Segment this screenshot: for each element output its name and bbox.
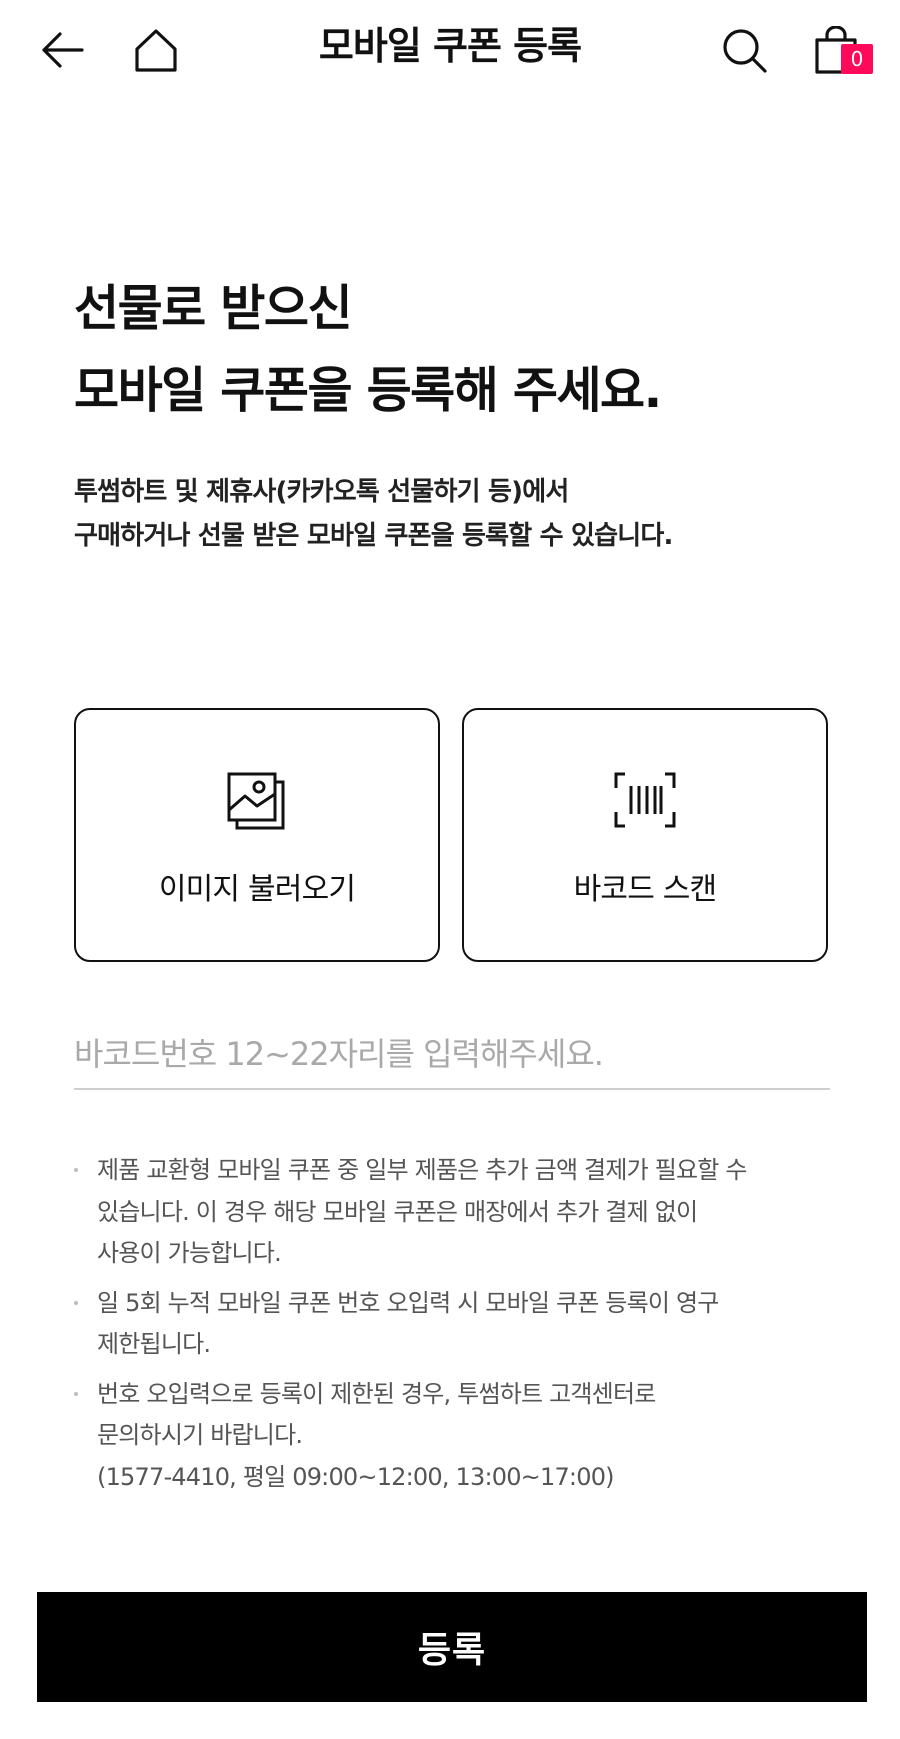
bullet-dot (74, 1391, 78, 1396)
notice-line: 문의하시기 바랍니다. (97, 1421, 303, 1449)
notice-line: 번호 오입력으로 등록이 제한된 경우, 투썸하트 고객센터로 (97, 1379, 656, 1408)
description-line: 구매하거나 선물 받은 모바일 쿠폰을 등록할 수 있습니다. (74, 521, 673, 551)
notice-line: 제품 교환형 모바일 쿠폰 중 일부 제품은 추가 금액 결제가 필요할 수 (97, 1156, 747, 1184)
headline-line: 모바일 쿠폰을 등록해 주세요. (74, 362, 662, 419)
image-gallery-icon (227, 772, 285, 830)
barcode-scan-icon (614, 772, 676, 828)
notice-line: 사용이 가능합니다. (97, 1239, 282, 1267)
search-button[interactable] (716, 22, 772, 78)
headline-line: 선물로 받으신 (74, 280, 353, 337)
notice-line: 있습니다. 이 경우 해당 모바일 쿠폰은 매장에서 추가 결제 없이 (97, 1197, 698, 1226)
register-button[interactable]: 등록 (37, 1592, 867, 1702)
barcode-number-input[interactable] (74, 1020, 830, 1090)
bullet-dot (74, 1168, 78, 1172)
load-image-label: 이미지 불러오기 (158, 872, 356, 907)
description: 투썸하트 및 제휴사(카카오톡 선물하기 등)에서 구매하거나 선물 받은 모바… (74, 470, 854, 558)
barcode-scan-button[interactable]: 바코드 스캔 (462, 708, 828, 962)
load-image-button[interactable]: 이미지 불러오기 (74, 708, 440, 962)
barcode-scan-label: 바코드 스캔 (573, 872, 718, 907)
headline: 선물로 받으신 모바일 쿠폰을 등록해 주세요. (74, 268, 854, 432)
cart-button[interactable]: 0 (808, 22, 873, 78)
notice-line: (1577-4410, 평일 09:00~12:00, 13:00~17:00) (97, 1462, 615, 1491)
description-line: 투썸하트 및 제휴사(카카오톡 선물하기 등)에서 (74, 477, 569, 507)
notice-line: 일 5회 누적 모바일 쿠폰 번호 오입력 시 모바일 쿠폰 등록이 영구 (97, 1288, 719, 1317)
notice-line: 제한됩니다. (97, 1330, 211, 1358)
bullet-dot (74, 1300, 78, 1305)
notice-item: 번호 오입력으로 등록이 제한된 경우, 투썸하트 고객센터로 문의하시기 바랍… (74, 1374, 834, 1499)
search-icon (723, 29, 767, 73)
notice-item: 제품 교환형 모바일 쿠폰 중 일부 제품은 추가 금액 결제가 필요할 수 있… (74, 1150, 834, 1275)
notice-item: 일 5회 누적 모바일 쿠폰 번호 오입력 시 모바일 쿠폰 등록이 영구 제한… (74, 1283, 834, 1366)
cart-count-badge: 0 (841, 44, 873, 74)
top-app-bar: 모바일 쿠폰 등록 0 (0, 0, 900, 100)
notice-list: 제품 교환형 모바일 쿠폰 중 일부 제품은 추가 금액 결제가 필요할 수 있… (74, 1150, 834, 1506)
